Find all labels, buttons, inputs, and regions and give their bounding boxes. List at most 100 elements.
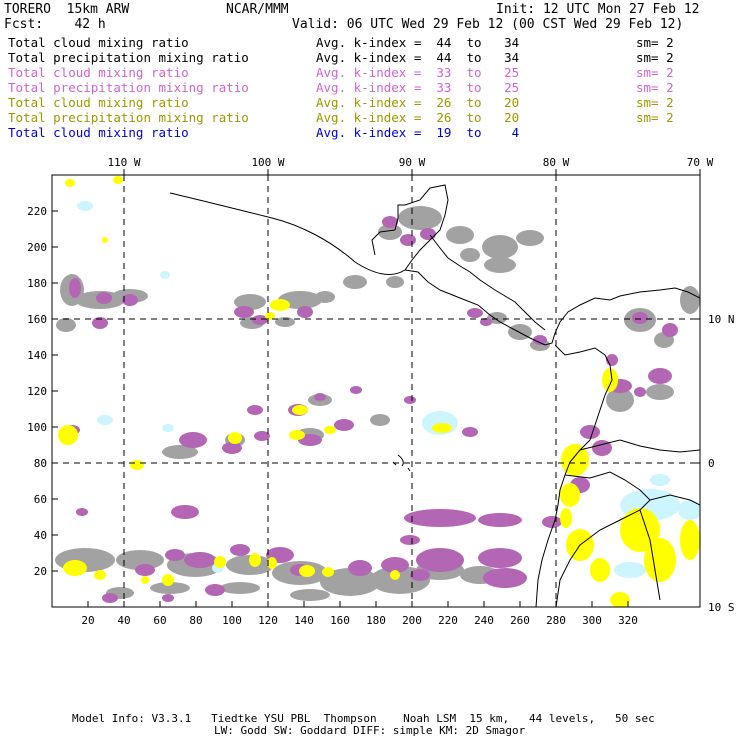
purple-cloud <box>483 568 527 588</box>
x-tick-label: 140 <box>294 614 314 627</box>
cyan-cloud <box>650 474 670 486</box>
yellow-cloud <box>228 432 242 444</box>
purple-cloud <box>410 569 430 581</box>
purple-cloud <box>162 594 174 602</box>
purple-cloud <box>542 516 562 528</box>
x-tick-label: 260 <box>510 614 530 627</box>
yellow-cloud <box>560 483 580 507</box>
purple-cloud <box>76 508 88 516</box>
y-tick-label: 140 <box>27 349 47 362</box>
x-tick-label: 40 <box>117 614 130 627</box>
purple-cloud <box>205 584 225 596</box>
gray-cloud <box>516 230 544 246</box>
yellow-cloud <box>249 553 261 567</box>
yellow-cloud <box>58 425 78 445</box>
purple-cloud <box>334 419 354 431</box>
x-tick-label: 20 <box>81 614 94 627</box>
yellow-cloud <box>610 592 630 607</box>
y-tick-label: 160 <box>27 313 47 326</box>
y-tick-label: 60 <box>34 493 47 506</box>
purple-cloud <box>580 425 600 439</box>
cyan-cloud <box>97 415 113 425</box>
yellow-cloud <box>270 299 290 311</box>
y-tick-label: 120 <box>27 385 47 398</box>
y-tick-label: 180 <box>27 277 47 290</box>
cyan-cloud <box>77 201 93 211</box>
yellow-cloud <box>214 556 226 568</box>
purple-cloud <box>184 552 216 568</box>
yellow-cloud <box>390 570 400 580</box>
purple-cloud <box>314 393 326 401</box>
purple-cloud <box>171 505 199 519</box>
x-tick-label: 80 <box>189 614 202 627</box>
yellow-cloud <box>560 508 572 528</box>
longitude-label: 70 W <box>687 156 714 169</box>
latitude-label: 10 N <box>708 313 735 326</box>
precip-cloud-map: 20 40 60 80 100 120 140 160 180 200 220 240 260 280 30… <box>27 156 735 627</box>
yellow-cloud <box>102 237 108 243</box>
yellow-cloud <box>292 405 308 415</box>
x-tick-label: 240 <box>474 614 494 627</box>
x-tick-label: 180 <box>366 614 386 627</box>
y-tick-label: 100 <box>27 421 47 434</box>
latitude-label: 10 S <box>708 601 735 614</box>
yellow-cloud <box>289 430 305 440</box>
gray-cloud <box>484 257 516 273</box>
purple-cloud <box>634 387 646 397</box>
purple-cloud <box>462 427 478 437</box>
yellow-cloud <box>590 558 610 582</box>
y-tick-label: 200 <box>27 241 47 254</box>
x-tick-label: 280 <box>546 614 566 627</box>
yellow-cloud <box>299 565 315 577</box>
purple-cloud <box>478 548 522 568</box>
purple-cloud <box>165 549 185 561</box>
map-frame <box>52 175 700 607</box>
yellow-cloud <box>141 576 149 584</box>
purple-cloud <box>404 396 416 404</box>
cyan-cloud <box>162 424 174 432</box>
x-tick-label: 320 <box>618 614 638 627</box>
x-tick-label: 300 <box>582 614 602 627</box>
purple-cloud <box>234 306 254 318</box>
purple-cloud <box>662 323 678 337</box>
cyan-cloud <box>678 500 700 520</box>
gray-cloud <box>386 276 404 288</box>
purple-cloud <box>416 548 464 572</box>
purple-cloud <box>478 513 522 527</box>
gray-cloud <box>398 206 442 230</box>
purple-cloud <box>230 544 250 556</box>
gray-cloud <box>220 582 260 594</box>
purple-cloud <box>102 593 118 603</box>
y-tick-label: 80 <box>34 457 47 470</box>
yellow-cloud <box>432 423 452 433</box>
yellow-cloud <box>644 538 676 582</box>
purple-cloud <box>222 442 242 454</box>
purple-cloud <box>467 308 483 318</box>
gray-cloud <box>460 248 480 262</box>
yellow-cloud <box>113 176 123 184</box>
x-tick-label: 160 <box>330 614 350 627</box>
gray-cloud <box>290 589 330 601</box>
purple-cloud <box>297 306 313 318</box>
gray-cloud <box>446 226 474 244</box>
y-tick-label: 20 <box>34 565 47 578</box>
longitude-label: 90 W <box>399 156 426 169</box>
latitude-label: 0 <box>708 457 715 470</box>
purple-cloud <box>135 564 155 576</box>
purple-cloud <box>179 432 207 448</box>
y-tick-label: 40 <box>34 529 47 542</box>
yellow-cloud <box>65 179 75 187</box>
yellow-cloud <box>94 570 106 580</box>
purple-cloud <box>400 234 416 246</box>
x-tick-label: 60 <box>153 614 166 627</box>
purple-cloud <box>632 312 648 324</box>
yellow-cloud <box>324 426 336 434</box>
longitude-label: 100 W <box>251 156 284 169</box>
purple-cloud <box>404 509 476 527</box>
purple-cloud <box>348 560 372 576</box>
cyan-cloud <box>160 271 170 279</box>
gray-cloud <box>315 291 335 303</box>
gray-cloud <box>646 384 674 400</box>
yellow-cloud <box>680 520 700 560</box>
purple-cloud <box>350 386 362 394</box>
